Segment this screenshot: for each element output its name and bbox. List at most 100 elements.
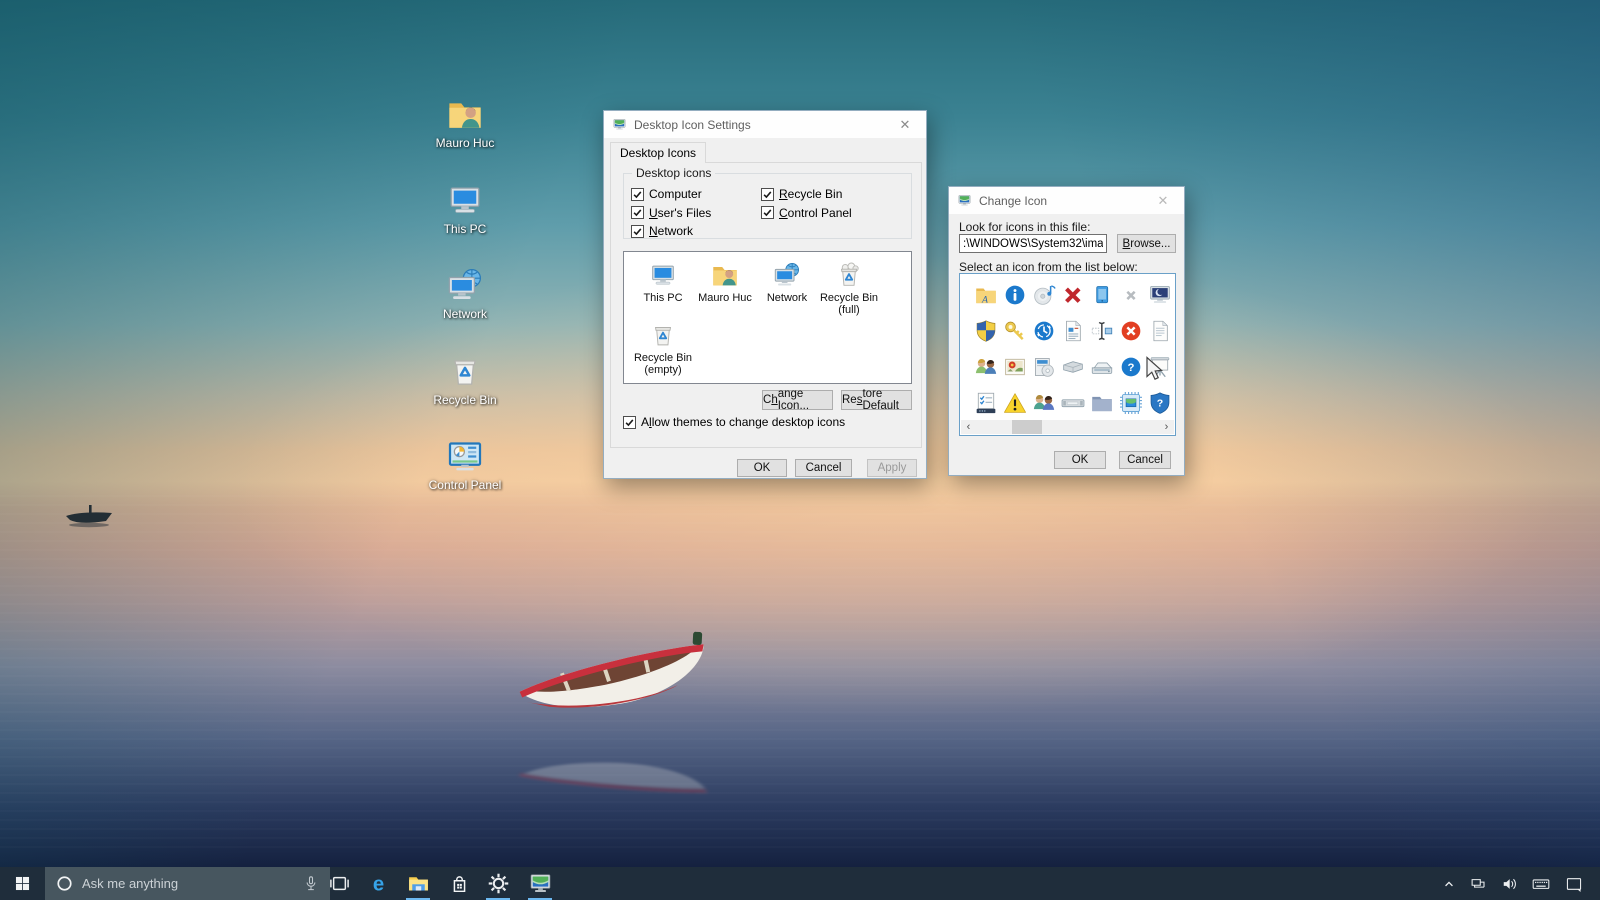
- checkbox-checked-icon[interactable]: [631, 188, 644, 201]
- close-icon[interactable]: ✕: [884, 111, 926, 138]
- cortana-icon: [54, 873, 75, 894]
- desktop-icon-label: This PC: [423, 222, 507, 236]
- checkbox-checked-icon[interactable]: [761, 188, 774, 201]
- desktop-icon-recycle-bin[interactable]: Recycle Bin: [423, 351, 507, 407]
- groupbox-label: Desktop icons: [632, 166, 715, 180]
- desktop-icon-this-pc[interactable]: This PC: [423, 180, 507, 236]
- preview-icon-label: Network: [756, 292, 818, 304]
- taskbar: Ask me anything e: [0, 867, 1600, 900]
- checkbox-checked-icon[interactable]: [631, 225, 644, 238]
- grid-icon-delete-x[interactable]: [1058, 279, 1088, 311]
- file-path-label: Look for icons in this file:: [959, 220, 1090, 234]
- tray-chevron-up-icon[interactable]: [1435, 867, 1463, 900]
- taskbar-edge-icon[interactable]: e: [359, 867, 397, 900]
- grid-icon-shield-question[interactable]: ?: [1145, 387, 1175, 419]
- desktop-icon-label: Network: [423, 307, 507, 321]
- change-icon-window-title: Change Icon: [979, 194, 1047, 208]
- cancel-button[interactable]: Cancel: [1119, 451, 1171, 469]
- scroll-right-icon[interactable]: ›: [1159, 420, 1174, 434]
- icon-grid: ‹ › A??: [959, 273, 1176, 436]
- cancel-button[interactable]: Cancel: [795, 459, 852, 477]
- preview-icon-this-pc[interactable]: This PC: [632, 260, 694, 316]
- grid-icon-photo[interactable]: [1000, 351, 1030, 383]
- grid-icon-help-circle[interactable]: ?: [1116, 351, 1146, 383]
- this-pc-icon: [445, 180, 485, 220]
- taskbar-settings-gear-icon[interactable]: [479, 867, 517, 900]
- taskbar-store-icon[interactable]: [440, 867, 478, 900]
- grid-icon-fonts-folder[interactable]: A: [971, 279, 1001, 311]
- grid-icon-blue-folder[interactable]: [1087, 387, 1117, 419]
- start-button[interactable]: [0, 867, 45, 900]
- icon-file-path-input[interactable]: [959, 234, 1107, 253]
- desktop-icon-settings-window: Desktop Icon Settings ✕ Desktop Icons De…: [603, 110, 927, 479]
- settings-titlebar[interactable]: Desktop Icon Settings ✕: [604, 111, 926, 138]
- checkbox-checked-icon[interactable]: [631, 206, 644, 219]
- checkbox-control-panel[interactable]: Control Panel: [761, 206, 852, 220]
- grid-icon-unavailable-x[interactable]: [1116, 279, 1146, 311]
- svg-text:?: ?: [1157, 398, 1163, 410]
- grid-icon-text-select[interactable]: [1087, 315, 1117, 347]
- grid-icon-error-circle[interactable]: [1116, 315, 1146, 347]
- grid-icon-software-box[interactable]: [1029, 351, 1059, 383]
- desktop-icon-network[interactable]: Network: [423, 265, 507, 321]
- checkbox-checked-icon[interactable]: [623, 416, 636, 429]
- taskbar-task-view-icon[interactable]: [320, 867, 358, 900]
- tray-network-tray-icon[interactable]: [1465, 867, 1493, 900]
- grid-icon-sleep-monitor[interactable]: [1145, 279, 1175, 311]
- close-icon[interactable]: ✕: [1142, 187, 1184, 214]
- taskbar-display-settings-icon[interactable]: [521, 867, 559, 900]
- ok-button[interactable]: OK: [1054, 451, 1106, 469]
- cortana-search-box[interactable]: Ask me anything: [45, 867, 330, 900]
- grid-icon-uac-shield[interactable]: [971, 315, 1001, 347]
- tray-volume-icon[interactable]: [1496, 867, 1524, 900]
- grid-icon-info-circle[interactable]: [1000, 279, 1030, 311]
- scrollbar-track[interactable]: [976, 420, 1159, 434]
- grid-icon-rich-document[interactable]: [1058, 315, 1088, 347]
- checkbox-user-s-files[interactable]: User's Files: [631, 206, 711, 220]
- this-pc-icon: [648, 260, 678, 290]
- tab-desktop-icons[interactable]: Desktop Icons: [610, 142, 706, 163]
- grid-icon-user-group[interactable]: [971, 351, 1001, 383]
- checkbox-recycle-bin[interactable]: Recycle Bin: [761, 187, 842, 201]
- microphone-icon[interactable]: [301, 874, 321, 894]
- preview-icon-recycle-empty[interactable]: Recycle Bin (empty): [632, 320, 694, 376]
- checkbox-checked-icon[interactable]: [761, 206, 774, 219]
- grid-icon-warning-triangle[interactable]: [1000, 387, 1030, 419]
- desktop-icon-label: Recycle Bin: [423, 393, 507, 407]
- grid-icon-tablet-device[interactable]: [1087, 279, 1117, 311]
- grid-icon-task-list[interactable]: [971, 387, 1001, 419]
- desktop-icon-mauro-huc[interactable]: Mauro Huc: [423, 94, 507, 150]
- ok-button[interactable]: OK: [737, 459, 787, 477]
- scrollbar-thumb[interactable]: [1012, 420, 1042, 434]
- grid-icon-audio-cd[interactable]: [1029, 279, 1059, 311]
- grid-icon-user-group-alt[interactable]: [1029, 387, 1059, 419]
- grid-icon-key[interactable]: [1000, 315, 1030, 347]
- grid-icon-time-sync[interactable]: [1029, 315, 1059, 347]
- grid-icon-rack-panel[interactable]: [1058, 387, 1088, 419]
- settings-window-title: Desktop Icon Settings: [634, 118, 751, 132]
- horizontal-scrollbar[interactable]: ‹ ›: [961, 420, 1174, 434]
- change-icon-titlebar[interactable]: Change Icon ✕: [949, 187, 1184, 214]
- desktop-icon-label: Mauro Huc: [423, 136, 507, 150]
- grid-icon-processor-chip[interactable]: [1116, 387, 1146, 419]
- restore-default-button[interactable]: Restore Default: [841, 390, 912, 410]
- preview-icon-recycle-full[interactable]: Recycle Bin (full): [818, 260, 880, 316]
- user-folder-icon: [710, 260, 740, 290]
- change-icon-button[interactable]: Change Icon...: [762, 390, 833, 410]
- grid-icon-hardware-slab[interactable]: [1058, 351, 1088, 383]
- scroll-left-icon[interactable]: ‹: [961, 420, 976, 434]
- checkbox-network[interactable]: Network: [631, 224, 693, 238]
- svg-text:e: e: [372, 874, 383, 896]
- taskbar-file-explorer-icon[interactable]: [399, 867, 437, 900]
- network-icon: [445, 265, 485, 305]
- desktop-icon-control-panel[interactable]: Control Panel: [423, 436, 507, 492]
- preview-icon-network[interactable]: Network: [756, 260, 818, 316]
- browse-button[interactable]: Browse...: [1117, 234, 1176, 253]
- grid-icon-blank-document[interactable]: [1145, 315, 1175, 347]
- grid-icon-scanner[interactable]: [1087, 351, 1117, 383]
- tray-action-center-icon[interactable]: [1560, 867, 1588, 900]
- allow-themes-checkbox[interactable]: Allow themes to change desktop icons: [623, 415, 845, 429]
- checkbox-computer[interactable]: Computer: [631, 187, 702, 201]
- preview-icon-user-folder[interactable]: Mauro Huc: [694, 260, 756, 316]
- tray-keyboard-icon[interactable]: [1527, 867, 1555, 900]
